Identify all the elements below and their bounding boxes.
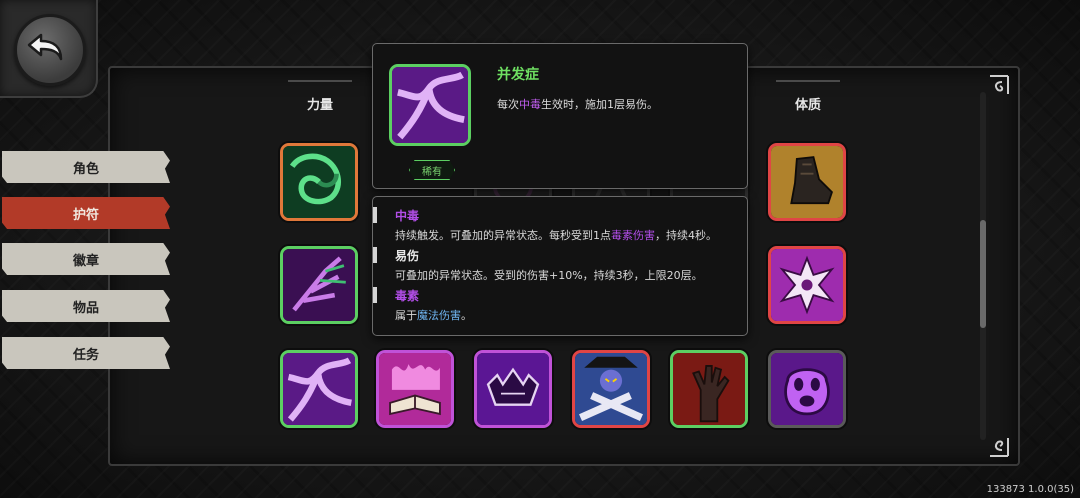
nav-item-items[interactable]: 物品 <box>2 290 170 322</box>
flame-book-icon[interactable] <box>376 350 454 428</box>
keyword-poison: 中毒 <box>519 98 541 111</box>
keyword-glossary: 中毒 持续触发。可叠加的异常状态。每秒受到1点毒素伤害，持续4秒。 易伤 可叠加… <box>372 196 748 336</box>
version-label: 133873 1.0.0(35) <box>986 484 1074 495</box>
purple-crack-icon[interactable] <box>280 350 358 428</box>
nav-item-quests[interactable]: 任务 <box>2 337 170 369</box>
keyword-marker <box>373 287 377 303</box>
spiked-crown-icon[interactable] <box>474 350 552 428</box>
corner-ornament-icon <box>990 75 1009 94</box>
back-tab <box>0 0 98 98</box>
keyword-desc: 可叠加的异常状态。受到的伤害+10%，持续3秒，上限20层。 <box>395 269 703 282</box>
keyword-name: 易伤 <box>395 249 420 263</box>
keyword-marker <box>373 207 377 223</box>
keyword-marker <box>373 247 377 263</box>
scrollbar-thumb[interactable] <box>980 220 986 328</box>
keyword-desc: 属于魔法伤害。 <box>395 309 472 322</box>
nav-item-charm[interactable]: 护符 <box>2 197 170 229</box>
zombie-hand-icon[interactable] <box>670 350 748 428</box>
back-arrow-icon <box>27 33 63 61</box>
keyword-name: 毒素 <box>395 289 420 303</box>
keyword-name: 中毒 <box>395 209 420 223</box>
charm-detail-tooltip: 并发症 每次中毒生效时，施加1层易伤。 稀有 <box>372 43 748 189</box>
corner-ornament-icon <box>990 438 1009 457</box>
charm-description: 每次中毒生效时，施加1层易伤。 <box>497 98 658 111</box>
crossed-arms-mage-icon[interactable] <box>572 350 650 428</box>
column-header-strength: 力量 <box>280 80 360 113</box>
stone-boot-icon[interactable] <box>768 143 846 221</box>
column-header-constitution: 体质 <box>768 80 848 113</box>
screaming-ghost-icon[interactable] <box>768 350 846 428</box>
back-button[interactable] <box>14 14 86 86</box>
charm-title: 并发症 <box>497 67 539 83</box>
venom-claw-icon[interactable] <box>280 246 358 324</box>
purple-crack-icon <box>389 64 471 146</box>
nav-item-character[interactable]: 角色 <box>2 151 170 183</box>
keyword-desc: 持续触发。可叠加的异常状态。每秒受到1点毒素伤害，持续4秒。 <box>395 229 717 242</box>
nav-item-badge[interactable]: 徽章 <box>2 243 170 275</box>
white-flower-icon[interactable] <box>768 246 846 324</box>
rarity-badge: 稀有 <box>409 160 455 180</box>
swirl-vortex-icon[interactable] <box>280 143 358 221</box>
